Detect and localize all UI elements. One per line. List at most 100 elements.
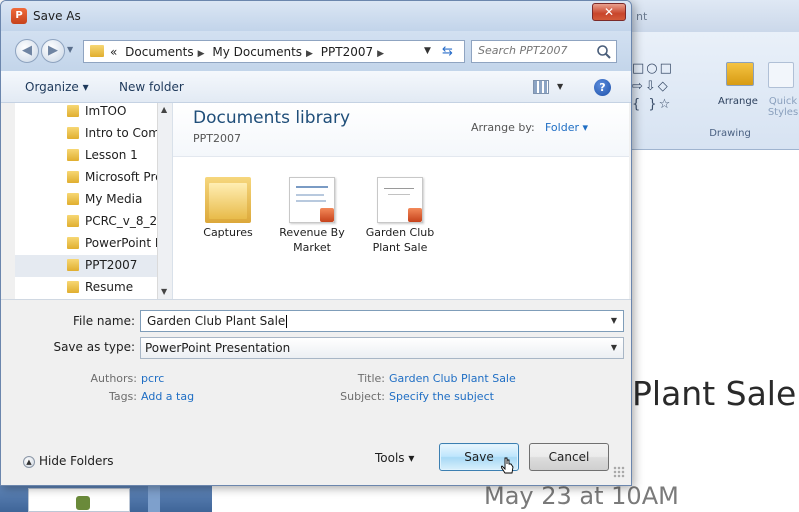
sidebar-item-label: PowerPoint F [85, 236, 157, 250]
save-as-type-select[interactable]: PowerPoint Presentation ▼ [140, 337, 624, 359]
forward-button[interactable]: ▶ [41, 39, 65, 63]
save-as-type-label: Save as type: [53, 340, 135, 354]
tags-field[interactable]: Add a tag [141, 390, 194, 403]
subject-label: Subject: [340, 390, 385, 403]
folder-icon [67, 127, 79, 139]
shapes-gallery-icon[interactable]: □○□ ⇨⇩◇{ }☆ [632, 60, 674, 114]
folder-icon [67, 215, 79, 227]
pointer-cursor-icon [501, 457, 514, 474]
title-label: Title: [357, 372, 385, 385]
library-title: Documents library [193, 108, 351, 128]
file-name-input[interactable]: Garden Club Plant Sale ▼ [140, 310, 624, 332]
sidebar-item-my-media[interactable]: My Media [15, 189, 157, 211]
save-as-dialog: P Save As ✕ ◀ ▶ ▼ « Documents ▶ My Docume… [0, 0, 632, 486]
scroll-down-icon[interactable]: ▼ [161, 287, 167, 296]
close-button[interactable]: ✕ [592, 3, 626, 21]
sidebar-item-pcrc-v-8-2-1[interactable]: PCRC_v_8_2_1 [15, 211, 157, 233]
dialog-titlebar[interactable]: P Save As ✕ [1, 1, 631, 31]
sidebar-item-powerpoint-f[interactable]: PowerPoint F [15, 233, 157, 255]
file-name: Garden Club Plant Sale [365, 226, 435, 254]
library-header: Documents library PPT2007 Arrange by: Fo… [173, 103, 629, 157]
sidebar-item-resume[interactable]: Resume [15, 277, 157, 299]
breadcrumb: « Documents ▶ My Documents ▶ PPT2007 ▶ [110, 45, 388, 59]
file-name-value[interactable]: Garden Club Plant Sale [147, 314, 285, 328]
library-subtitle: PPT2007 [193, 132, 241, 145]
text-caret [286, 315, 288, 328]
sidebar-item-imtoo[interactable]: ImTOO [15, 103, 157, 123]
breadcrumb-documents[interactable]: Documents [125, 45, 193, 59]
authors-label: Authors: [90, 372, 137, 385]
save-options-panel: File name: Garden Club Plant Sale ▼ Save… [1, 299, 631, 479]
authors-field[interactable]: pcrc [141, 372, 164, 385]
chevron-down-icon[interactable]: ▼ [611, 316, 617, 325]
scroll-up-icon[interactable]: ▲ [161, 105, 167, 114]
folder-icon [67, 259, 79, 271]
powerpoint-app-icon: P [11, 8, 27, 24]
folder-icon [67, 149, 79, 161]
arrange-by-dropdown[interactable]: Folder ▾ [545, 121, 588, 134]
cancel-button[interactable]: Cancel [529, 443, 609, 471]
search-icon[interactable] [596, 44, 612, 60]
sidebar-item-label: Resume [85, 280, 134, 294]
sidebar-item-label: Microsoft Pre [85, 170, 157, 184]
address-bar[interactable]: « Documents ▶ My Documents ▶ PPT2007 ▶ ▼ ⇆ [83, 40, 465, 63]
folder-icon [67, 171, 79, 183]
chevron-up-icon: ▲ [23, 455, 35, 468]
dialog-title: Save As [33, 9, 81, 23]
powerpoint-file-icon [377, 177, 423, 223]
change-view-icon[interactable] [533, 80, 549, 94]
breadcrumb-my-documents[interactable]: My Documents [212, 45, 302, 59]
folder-icon [67, 237, 79, 249]
resize-grip[interactable] [613, 466, 625, 478]
subject-field[interactable]: Specify the subject [389, 390, 494, 403]
recent-pages-dropdown-icon[interactable]: ▼ [67, 45, 73, 54]
new-folder-button[interactable]: New folder [119, 80, 184, 94]
quick-styles-button[interactable]: Quick Styles [766, 96, 799, 118]
chevron-down-icon[interactable]: ▼ [611, 343, 617, 352]
breadcrumb-ppt2007[interactable]: PPT2007 [321, 45, 373, 59]
file-item-captures[interactable]: Captures [193, 169, 263, 269]
breadcrumb-overflow[interactable]: « [110, 45, 117, 59]
sidebar-item-lesson-1[interactable]: Lesson 1 [15, 145, 157, 167]
hide-folders-label: Hide Folders [39, 454, 114, 468]
address-row: ◀ ▶ ▼ « Documents ▶ My Documents ▶ PPT2007… [1, 31, 631, 71]
file-name: Captures [203, 226, 253, 239]
search-input[interactable] [478, 44, 588, 57]
arrange-button[interactable]: Arrange [718, 96, 758, 107]
file-item-revenue-by-market[interactable]: Revenue By Market [277, 169, 347, 269]
arrange-by-label: Arrange by: [471, 121, 535, 134]
tools-button[interactable]: Tools ▾ [375, 451, 414, 465]
search-box[interactable] [471, 40, 617, 63]
address-dropdown-icon[interactable]: ▼ [424, 46, 431, 56]
quick-styles-icon[interactable] [768, 62, 794, 88]
sidebar-item-intro-to-com[interactable]: Intro to Com [15, 123, 157, 145]
view-options-dropdown-icon[interactable]: ▼ [557, 82, 563, 91]
slide-title-fragment: Plant Sale [632, 374, 797, 413]
sidebar-item-label: My Media [85, 192, 143, 206]
title-field[interactable]: Garden Club Plant Sale [389, 372, 516, 385]
file-item-garden-club-plant-sale[interactable]: Garden Club Plant Sale [365, 169, 435, 269]
sidebar-item-label: Intro to Com [85, 126, 157, 140]
sidebar-item-label: PPT2007 [85, 258, 138, 272]
tags-label: Tags: [108, 390, 137, 403]
file-name: Revenue By Market [279, 226, 345, 254]
file-list-pane: Documents library PPT2007 Arrange by: Fo… [173, 103, 629, 299]
navigation-pane: ImTOO Intro to Com Lesson 1 Microsoft Pre My… [15, 103, 173, 299]
chevron-right-icon[interactable]: ▶ [306, 49, 313, 59]
sidebar-item-label: PCRC_v_8_2_1 [85, 214, 157, 228]
navigation-scrollbar[interactable]: ▲ ▼ [157, 103, 172, 299]
chevron-right-icon[interactable]: ▶ [198, 49, 205, 59]
back-button[interactable]: ◀ [15, 39, 39, 63]
drawing-group-label: Drawing [709, 128, 751, 139]
chevron-right-icon[interactable]: ▶ [377, 49, 384, 59]
hide-folders-button[interactable]: ▲ Hide Folders [23, 454, 114, 468]
sidebar-item-ppt2007[interactable]: PPT2007 [15, 255, 157, 277]
help-button[interactable]: ? [594, 79, 611, 96]
save-as-type-value: PowerPoint Presentation [145, 341, 291, 355]
arrange-icon[interactable] [726, 62, 754, 86]
refresh-icon[interactable]: ⇆ [442, 44, 453, 59]
folder-icon [67, 281, 79, 293]
sidebar-item-microsoft-pre[interactable]: Microsoft Pre [15, 167, 157, 189]
command-toolbar: Organize ▾ New folder ▼ ? [1, 71, 631, 103]
organize-button[interactable]: Organize ▾ [25, 80, 89, 94]
